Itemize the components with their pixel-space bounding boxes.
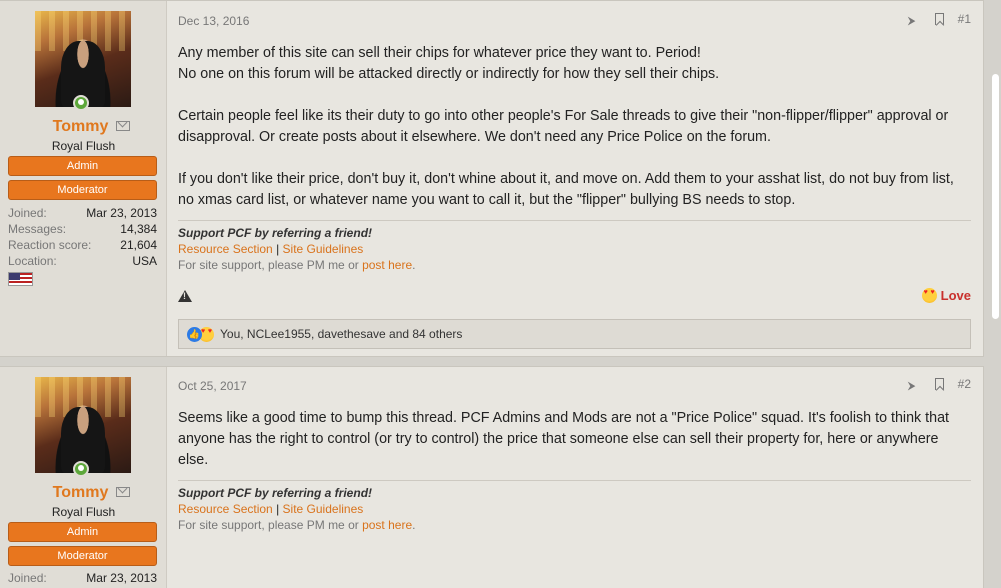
love-reaction-button[interactable]: Love <box>921 288 971 303</box>
stat-messages: Messages: 14,384 <box>8 222 157 236</box>
post-here-link[interactable]: post here <box>362 518 412 532</box>
user-sidebar: Tommy Royal Flush Admin Moderator Joined… <box>0 367 167 588</box>
signature-tagline: Support PCF by referring a friend! <box>178 226 373 240</box>
online-status-icon <box>73 461 89 477</box>
stat-joined: Joined: Mar 23, 2013 <box>8 571 157 585</box>
share-icon[interactable] <box>908 13 921 26</box>
signature-divider <box>178 220 971 221</box>
post-1: Tommy Royal Flush Admin Moderator Joined… <box>0 0 984 357</box>
stat-location: Location: USA <box>8 254 157 268</box>
admin-banner: Admin <box>8 522 157 542</box>
moderator-banner: Moderator <box>8 546 157 566</box>
user-title: Royal Flush <box>51 505 116 519</box>
support-text-end: . <box>412 258 416 272</box>
stat-reaction-score: Reaction score: 21,604 <box>8 238 157 252</box>
user-title: Royal Flush <box>51 139 116 153</box>
support-text: For site support, please PM me or <box>178 258 363 272</box>
post-paragraph: Any member of this site can sell their c… <box>178 45 720 82</box>
support-text-end: . <box>412 518 416 532</box>
share-icon[interactable] <box>908 378 921 391</box>
signature-tagline: Support PCF by referring a friend! <box>178 486 373 500</box>
love-label: Love <box>940 288 971 303</box>
moderator-banner: Moderator <box>8 180 157 200</box>
post-number-link[interactable]: #1 <box>958 12 971 26</box>
post-content: Dec 13, 2016 #1 Any member of this site … <box>178 1 971 356</box>
resource-section-link[interactable]: Resource Section <box>178 502 273 516</box>
reactions-bar[interactable]: 👍 You, NCLee1955, davethesave and 84 oth… <box>178 319 971 349</box>
separator: | <box>276 242 280 256</box>
avatar[interactable] <box>35 11 131 107</box>
online-status-icon <box>73 95 89 111</box>
post-body: Any member of this site can sell their c… <box>178 43 971 211</box>
separator: | <box>276 502 280 516</box>
love-emoji-icon <box>921 288 937 303</box>
bookmark-icon[interactable] <box>934 378 944 390</box>
stat-joined: Joined: Mar 23, 2013 <box>8 206 157 220</box>
support-text: For site support, please PM me or <box>178 518 363 532</box>
post-paragraph: Certain people feel like its their duty … <box>178 108 949 145</box>
mail-icon[interactable] <box>116 121 131 131</box>
like-emoji-icon: 👍 <box>187 326 202 342</box>
post-paragraph: Seems like a good time to bump this thre… <box>178 410 950 468</box>
resource-section-link[interactable]: Resource Section <box>178 242 273 256</box>
post-content: Oct 25, 2017 #2 Seems like a good time t… <box>178 367 971 588</box>
page-scrollbar[interactable] <box>984 0 1001 588</box>
site-guidelines-link[interactable]: Site Guidelines <box>283 242 364 256</box>
post-date[interactable]: Dec 13, 2016 <box>178 14 249 28</box>
username-link[interactable]: Tommy <box>53 484 109 501</box>
us-flag-icon <box>8 272 33 286</box>
post-paragraph: If you don't like their price, don't buy… <box>178 171 954 208</box>
signature-divider <box>178 480 971 481</box>
bookmark-icon[interactable] <box>934 13 944 25</box>
site-guidelines-link[interactable]: Site Guidelines <box>283 502 364 516</box>
mail-icon[interactable] <box>116 487 131 497</box>
post-here-link[interactable]: post here <box>362 258 412 272</box>
post-2: Tommy Royal Flush Admin Moderator Joined… <box>0 366 984 588</box>
post-number-link[interactable]: #2 <box>958 377 971 391</box>
user-stats: Joined: Mar 23, 2013 <box>8 570 157 586</box>
username-link[interactable]: Tommy <box>53 118 109 135</box>
reactions-summary[interactable]: You, NCLee1955, davethesave and 84 other… <box>220 327 462 341</box>
avatar[interactable] <box>35 377 131 473</box>
user-sidebar: Tommy Royal Flush Admin Moderator Joined… <box>0 1 167 356</box>
signature: Support PCF by referring a friend! Resou… <box>178 485 415 533</box>
post-body: Seems like a good time to bump this thre… <box>178 408 971 471</box>
report-icon[interactable] <box>178 290 192 302</box>
post-date[interactable]: Oct 25, 2017 <box>178 379 247 393</box>
scrollbar-thumb[interactable] <box>992 74 999 319</box>
admin-banner: Admin <box>8 156 157 176</box>
user-stats: Joined: Mar 23, 2013 Messages: 14,384 Reac… <box>8 205 157 269</box>
signature: Support PCF by referring a friend! Resou… <box>178 225 415 273</box>
